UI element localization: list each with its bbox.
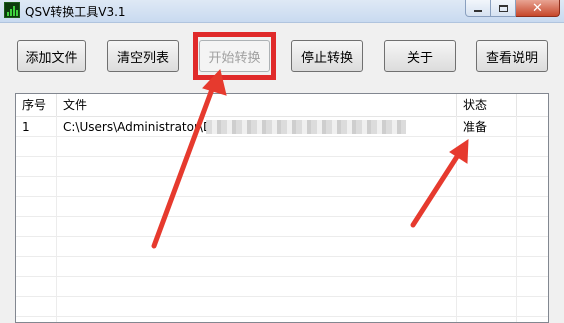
table-row	[16, 177, 548, 197]
title-bar[interactable]: QSV转换工具V3.1 ✕	[0, 0, 564, 23]
table-row	[16, 157, 548, 177]
row-file-path: C:\Users\Administrator\D	[63, 120, 207, 134]
close-button[interactable]: ✕	[516, 0, 560, 17]
minimize-button[interactable]	[465, 0, 491, 17]
column-header-status[interactable]: 状态	[457, 94, 517, 116]
about-button[interactable]: 关于	[384, 40, 456, 72]
minimize-icon	[474, 10, 482, 12]
column-header-file[interactable]: 文件	[57, 94, 457, 116]
table-row	[16, 277, 548, 297]
start-button-highlight	[193, 32, 276, 80]
row-status: 准备	[463, 120, 488, 134]
window-controls: ✕	[465, 0, 560, 17]
list-header: 序号 文件 状态	[16, 94, 548, 117]
table-row[interactable]: 1 C:\Users\Administrator\D 准备	[16, 117, 548, 137]
row-index: 1	[22, 120, 30, 134]
table-row	[16, 237, 548, 257]
table-row	[16, 137, 548, 157]
clear-list-button[interactable]: 清空列表	[107, 40, 179, 72]
table-row	[16, 197, 548, 217]
add-file-button[interactable]: 添加文件	[17, 40, 86, 72]
column-header-index[interactable]: 序号	[16, 94, 57, 116]
maximize-button[interactable]	[491, 0, 516, 17]
redacted-path-mask	[206, 120, 406, 134]
stop-convert-button[interactable]: 停止转换	[291, 40, 363, 72]
table-row	[16, 297, 548, 317]
view-help-button[interactable]: 查看说明	[476, 40, 548, 72]
app-icon	[4, 2, 20, 18]
table-row	[16, 257, 548, 277]
table-row	[16, 217, 548, 237]
file-list[interactable]: 序号 文件 状态 1 C:\Users\Administrator\D 准备	[15, 93, 549, 323]
window-title: QSV转换工具V3.1	[25, 5, 126, 19]
close-icon: ✕	[532, 0, 543, 16]
maximize-icon	[498, 4, 508, 12]
